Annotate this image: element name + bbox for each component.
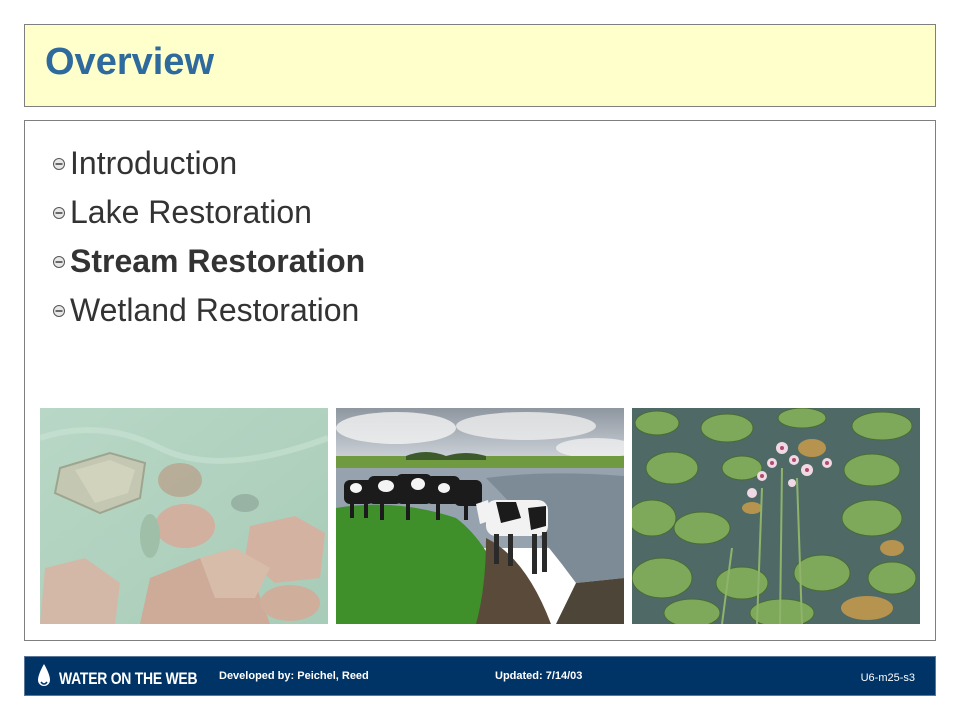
topic-item-lake-restoration: Lake Restoration — [49, 188, 365, 237]
bullet-icon — [49, 154, 69, 174]
water-on-the-web-logo: WATER ON THE WEB — [35, 662, 228, 695]
water-drop-icon — [35, 662, 53, 695]
title-bar: Overview — [24, 24, 936, 107]
developed-by: Developed by: Peichel, Reed — [219, 670, 369, 682]
logo-text: WATER ON THE WEB — [59, 668, 198, 688]
topic-list: Introduction Lake Restoration Stream Res… — [49, 139, 365, 335]
bullet-icon — [49, 252, 69, 272]
footer-bar: WATER ON THE WEB Developed by: Peichel, … — [24, 656, 936, 696]
updated-date: Updated: 7/14/03 — [495, 670, 583, 682]
bullet-icon — [49, 203, 69, 223]
topic-label: Introduction — [70, 145, 238, 181]
topic-item-stream-restoration: Stream Restoration — [49, 237, 365, 286]
slide-title: Overview — [45, 41, 214, 83]
topic-label: Lake Restoration — [70, 194, 312, 230]
topic-item-introduction: Introduction — [49, 139, 365, 188]
cows-at-stream-photo — [336, 408, 624, 624]
rocks-in-lake-photo — [40, 408, 328, 624]
content-area: Introduction Lake Restoration Stream Res… — [24, 120, 936, 641]
topic-label: Wetland Restoration — [70, 292, 360, 328]
slide-id: U6-m25-s3 — [860, 672, 915, 684]
bullet-icon — [49, 301, 69, 321]
topic-label: Stream Restoration — [70, 243, 366, 279]
topic-item-wetland-restoration: Wetland Restoration — [49, 286, 365, 335]
wetland-lily-pads-photo — [632, 408, 920, 624]
